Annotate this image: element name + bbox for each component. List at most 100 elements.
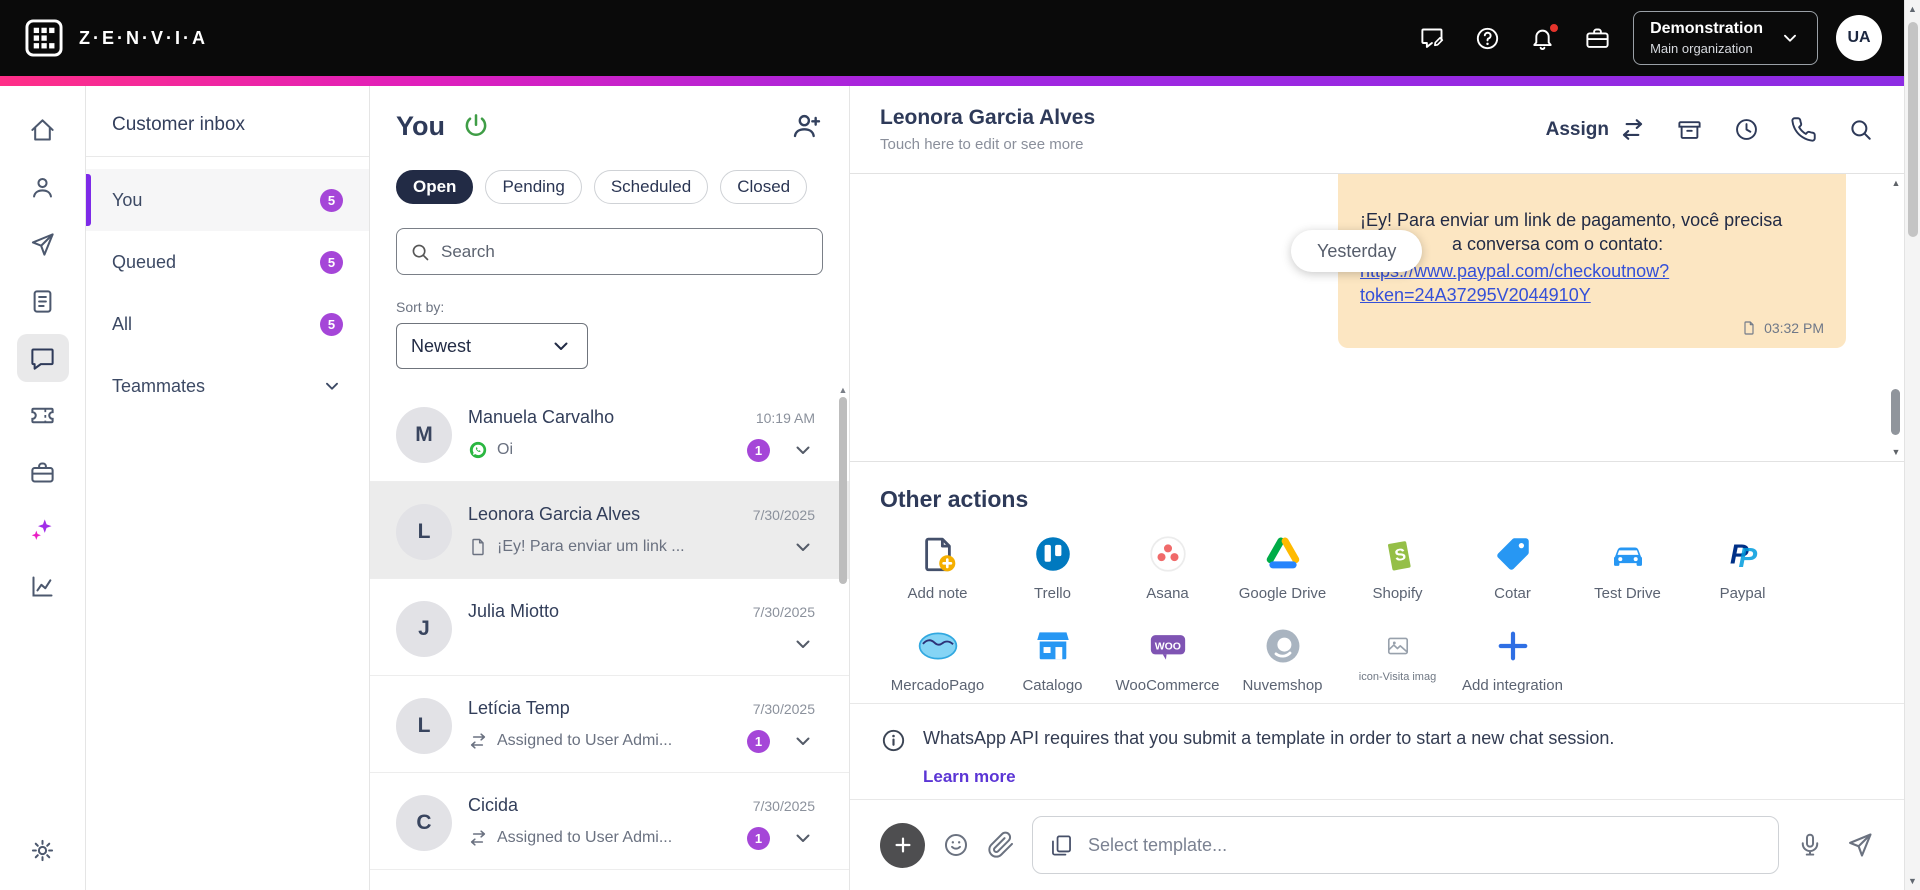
action-add-integration[interactable]: Add integration (1455, 623, 1570, 695)
action-paypal[interactable]: Paypal (1685, 531, 1800, 603)
scrollbar-thumb[interactable] (839, 397, 847, 584)
availability-power-icon[interactable] (461, 111, 491, 141)
sidebar-item-queued[interactable]: Queued 5 (86, 231, 369, 293)
tab-scheduled[interactable]: Scheduled (593, 170, 709, 204)
conversation-row-julia[interactable]: J Julia Miotto 7/30/2025 (370, 579, 849, 676)
send-icon[interactable] (1846, 831, 1874, 859)
rail-analytics-icon[interactable] (17, 562, 69, 610)
chevron-down-icon[interactable] (791, 826, 815, 850)
template-input[interactable] (1088, 834, 1762, 856)
chat-edit-icon[interactable] (1419, 25, 1446, 52)
rail-chat-icon[interactable] (16, 334, 69, 382)
learn-more-link[interactable]: Learn more (923, 767, 1016, 787)
contact-header[interactable]: Leonora Garcia Alves Touch here to edit … (880, 106, 1095, 153)
attachment-icon[interactable] (987, 831, 1015, 859)
messages-scrollbar[interactable]: ▲ ▼ (1888, 178, 1904, 457)
chevron-down-icon[interactable] (791, 438, 815, 462)
rail-docs-icon[interactable] (17, 277, 69, 325)
search-icon[interactable] (1847, 116, 1874, 143)
conversation-row-manuela[interactable]: M Manuela Carvalho 10:19 AM Oi 1 (370, 385, 849, 482)
conversation-row-main: Letícia Temp 7/30/2025 Assigned to User … (468, 698, 815, 754)
conversation-items: M Manuela Carvalho 10:19 AM Oi 1 L Leono… (370, 385, 849, 890)
action-cotar[interactable]: Cotar (1455, 531, 1570, 603)
chevron-down-icon[interactable] (791, 632, 815, 656)
brand[interactable]: Z·E·N·V·I·A (22, 16, 208, 60)
phone-icon[interactable] (1790, 116, 1817, 143)
message-meta: 03:32 PM (1360, 320, 1824, 336)
briefcase-icon[interactable] (1584, 25, 1611, 52)
list-scrollbar[interactable]: ▲ (838, 385, 848, 890)
scroll-down-arrow[interactable]: ▼ (1892, 447, 1901, 457)
tab-closed[interactable]: Closed (720, 170, 808, 204)
add-button[interactable] (880, 822, 925, 868)
conversation-row-cicida[interactable]: C Cicida 7/30/2025 Assigned to User Admi… (370, 773, 849, 870)
user-avatar[interactable]: UA (1836, 15, 1882, 61)
search-input[interactable] (441, 241, 810, 262)
rail-ai-sparkles-icon[interactable] (17, 505, 69, 553)
mic-icon[interactable] (1796, 831, 1824, 859)
action-trello[interactable]: Trello (995, 531, 1110, 603)
scroll-down-arrow[interactable]: ▼ (1908, 876, 1917, 886)
google-drive-icon (1262, 533, 1304, 575)
assign-button[interactable]: Assign (1546, 116, 1646, 143)
scroll-up-arrow[interactable]: ▲ (838, 385, 848, 395)
content: Customer inbox You 5 Queued 5 All 5 Team… (0, 86, 1904, 890)
rail-send-icon[interactable] (17, 220, 69, 268)
inbox-sidebar-items: You 5 Queued 5 All 5 Teammates (86, 157, 369, 417)
action-shopify[interactable]: Shopify (1340, 531, 1455, 603)
brand-name: Z·E·N·V·I·A (79, 27, 208, 48)
conversation-time: 7/30/2025 (752, 507, 815, 523)
message-area: ¡Ey! Para enviar um link de pagamento, v… (850, 174, 1904, 462)
add-contact-icon[interactable] (791, 110, 823, 142)
action-test-drive[interactable]: Test Drive (1570, 531, 1685, 603)
template-select-field[interactable] (1032, 816, 1779, 874)
payment-link[interactable]: https://www.paypal.com/checkoutnow? toke… (1360, 259, 1824, 308)
action-woocommerce[interactable]: WooCommerce (1110, 623, 1225, 695)
unread-badge: 5 (320, 312, 343, 336)
message-preview: Oi (497, 441, 513, 458)
shopify-icon (1377, 533, 1419, 575)
action-mercadopago[interactable]: MercadoPago (880, 623, 995, 695)
scroll-up-arrow[interactable]: ▲ (1908, 4, 1917, 14)
archive-icon[interactable] (1676, 116, 1703, 143)
sort-dropdown[interactable]: Newest (396, 323, 588, 369)
other-actions-title: Other actions (880, 485, 1029, 512)
rail-ticket-icon[interactable] (17, 391, 69, 439)
scroll-up-arrow[interactable]: ▲ (1892, 178, 1901, 188)
conversation-row-leonora[interactable]: L Leonora Garcia Alves 7/30/2025 ¡Ey! Pa… (370, 482, 849, 579)
action-asana[interactable]: Asana (1110, 531, 1225, 603)
help-icon[interactable] (1474, 25, 1501, 52)
chevron-down-icon (549, 334, 573, 358)
history-icon[interactable] (1733, 116, 1760, 143)
sidebar-item-you[interactable]: You 5 (86, 169, 369, 231)
rail-home-icon[interactable] (17, 106, 69, 154)
tab-pending[interactable]: Pending (485, 170, 582, 204)
add-integration-icon (1492, 625, 1534, 667)
avatar: L (396, 504, 452, 560)
action-nuvemshop[interactable]: Nuvemshop (1225, 623, 1340, 695)
chevron-down-icon (1779, 27, 1801, 49)
chevron-down-icon[interactable] (791, 535, 815, 559)
tab-open[interactable]: Open (396, 170, 474, 204)
rail-toolbox-icon[interactable] (17, 448, 69, 496)
message-preview: Assigned to User Admi... (497, 829, 673, 846)
sidebar-item-teammates[interactable]: Teammates (86, 355, 369, 417)
org-selector[interactable]: Demonstration Main organization (1633, 11, 1818, 65)
search-box[interactable] (396, 228, 823, 275)
rail-contacts-icon[interactable] (17, 163, 69, 211)
page-scrollbar[interactable]: ▲ ▼ (1904, 0, 1920, 890)
action-visita-broken[interactable]: icon-Visita imag (1340, 623, 1455, 695)
action-google-drive[interactable]: Google Drive (1225, 531, 1340, 603)
action-catalogo[interactable]: Catalogo (995, 623, 1110, 695)
scrollbar-thumb[interactable] (1891, 388, 1900, 435)
chevron-down-icon[interactable] (791, 729, 815, 753)
emoji-icon[interactable] (942, 831, 970, 859)
notifications-icon[interactable] (1529, 21, 1561, 52)
rail-settings-icon[interactable] (17, 826, 69, 874)
conversation-row-leticia[interactable]: L Letícia Temp 7/30/2025 Assigned to Use… (370, 676, 849, 773)
avatar: C (396, 795, 452, 851)
scrollbar-thumb[interactable] (1908, 22, 1918, 237)
chat-panel: Leonora Garcia Alves Touch here to edit … (850, 86, 1904, 890)
sidebar-item-all[interactable]: All 5 (86, 293, 369, 355)
action-add-note[interactable]: Add note (880, 531, 995, 603)
